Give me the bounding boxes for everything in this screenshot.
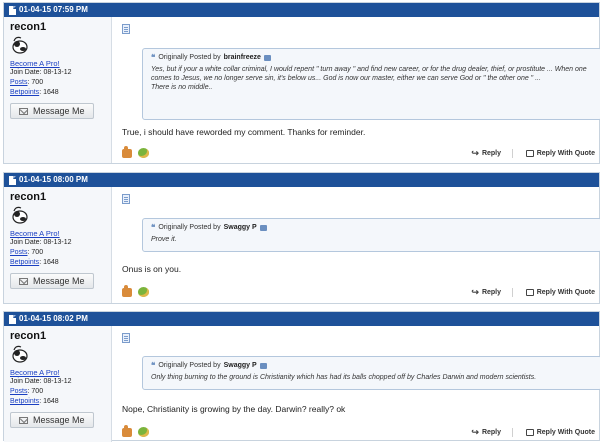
betpoints-link[interactable]: Betpoints: [10, 398, 39, 405]
post-content: ❝ Originally Posted by Swaggy P Prove it. …: [112, 187, 600, 303]
post-count: Posts: 700: [10, 388, 44, 395]
quote-icon: ❝: [151, 223, 156, 232]
post-count: Posts: 700: [10, 249, 44, 256]
username[interactable]: recon1: [10, 21, 105, 33]
thumbs-up-icon[interactable]: [122, 284, 132, 297]
post-date-icon: [9, 314, 16, 324]
post-actions: ↪ Reply Reply With Quote: [112, 424, 599, 440]
post-message: True, i should have reworded my comment.…: [122, 127, 366, 137]
username[interactable]: recon1: [10, 330, 105, 342]
quote-prefix: Originally Posted by: [158, 224, 221, 231]
post-header: 01-04-15 07:59 PM: [4, 3, 599, 17]
post: 01-04-15 07:59 PM recon1 Become A Pro! J…: [3, 2, 600, 164]
view-post-icon[interactable]: [263, 54, 271, 61]
reply-arrow-icon: ↪: [471, 286, 479, 297]
become-pro-link[interactable]: Become A Pro!: [10, 59, 105, 68]
join-date: Join Date: 08-13-12: [10, 69, 72, 76]
quote-author: Swaggy P: [223, 224, 257, 231]
message-me-button[interactable]: Message Me: [10, 273, 94, 289]
post-date-icon: [9, 5, 16, 15]
avatar-icon[interactable]: [10, 344, 30, 364]
quote-text: Yes, but if your a white collar criminal…: [151, 66, 587, 91]
quote-text: Only thing burning to the ground is Chri…: [151, 374, 537, 381]
post-header: 01-04-15 08:00 PM: [4, 173, 599, 187]
avatar-icon[interactable]: [10, 35, 30, 55]
post-icon: [122, 333, 130, 343]
posts-link[interactable]: Posts: [10, 79, 28, 86]
reply-with-quote-button[interactable]: Reply With Quote: [525, 428, 595, 436]
message-me-button[interactable]: Message Me: [10, 103, 94, 119]
envelope-icon: [19, 107, 28, 115]
reply-with-quote-button[interactable]: Reply With Quote: [525, 288, 595, 296]
post-actions: ↪ Reply Reply With Quote: [112, 284, 599, 300]
post-timestamp: 01-04-15 07:59 PM: [19, 5, 88, 14]
become-pro-link[interactable]: Become A Pro!: [10, 368, 105, 377]
view-post-icon[interactable]: [259, 362, 267, 369]
envelope-icon: [19, 416, 28, 424]
username[interactable]: recon1: [10, 191, 105, 203]
betpoints-link[interactable]: Betpoints: [10, 89, 39, 96]
post-date-icon: [9, 175, 16, 185]
join-date: Join Date: 08-13-12: [10, 239, 72, 246]
avatar-icon[interactable]: [10, 205, 30, 225]
reply-button[interactable]: ↪ Reply: [471, 148, 501, 159]
thumbs-up-icon[interactable]: [122, 145, 132, 158]
betpoints: Betpoints: 1648: [10, 398, 59, 405]
post-content: ❝ Originally Posted by brainfreeze Yes, bu…: [112, 17, 600, 163]
post-count: Posts: 700: [10, 79, 44, 86]
post-icon: [122, 194, 130, 204]
post-message: Nope, Christianity is growing by the day…: [122, 404, 346, 414]
become-pro-link[interactable]: Become A Pro!: [10, 229, 105, 238]
user-info: recon1 Become A Pro! Join Date: 08-13-12…: [4, 187, 112, 303]
reply-with-quote-icon: [525, 288, 534, 296]
user-info: recon1 Become A Pro! Join Date: 08-13-12…: [4, 326, 112, 442]
betpoints: Betpoints: 1648: [10, 259, 59, 266]
join-date: Join Date: 08-13-12: [10, 378, 72, 385]
post-header: 01-04-15 08:02 PM: [4, 312, 599, 326]
troll-icon[interactable]: [138, 287, 149, 297]
user-info: recon1 Become A Pro! Join Date: 08-13-12…: [4, 17, 112, 163]
quote-block: ❝ Originally Posted by Swaggy P Prove it.: [142, 218, 600, 252]
view-post-icon[interactable]: [259, 224, 267, 231]
divider: [512, 287, 513, 297]
post: 01-04-15 08:00 PM recon1 Become A Pro! J…: [3, 172, 600, 304]
message-me-button[interactable]: Message Me: [10, 412, 94, 428]
reply-arrow-icon: ↪: [471, 147, 479, 158]
reply-button[interactable]: ↪ Reply: [471, 287, 501, 298]
quote-block: ❝ Originally Posted by Swaggy P Only thing…: [142, 356, 600, 390]
betpoints-link[interactable]: Betpoints: [10, 259, 39, 266]
reply-button[interactable]: ↪ Reply: [471, 427, 501, 438]
post-message: Onus is on you.: [122, 264, 182, 274]
post-timestamp: 01-04-15 08:00 PM: [19, 175, 88, 184]
betpoints: Betpoints: 1648: [10, 89, 59, 96]
reply-with-quote-button[interactable]: Reply With Quote: [525, 149, 595, 157]
quote-author: Swaggy P: [223, 362, 257, 369]
post-icon: [122, 24, 130, 34]
reply-with-quote-icon: [525, 149, 534, 157]
post-timestamp: 01-04-15 08:02 PM: [19, 314, 88, 323]
envelope-icon: [19, 277, 28, 285]
troll-icon[interactable]: [138, 148, 149, 158]
divider: [512, 148, 513, 158]
post: 01-04-15 08:02 PM recon1 Become A Pro! J…: [3, 311, 600, 442]
quote-icon: ❝: [151, 53, 156, 62]
post-actions: ↪ Reply Reply With Quote: [112, 145, 599, 161]
post-content: ❝ Originally Posted by Swaggy P Only thing…: [112, 326, 600, 442]
posts-link[interactable]: Posts: [10, 388, 28, 395]
reply-arrow-icon: ↪: [471, 426, 479, 437]
quote-text: Prove it.: [151, 236, 177, 243]
quote-prefix: Originally Posted by: [158, 362, 221, 369]
reply-with-quote-icon: [525, 428, 534, 436]
quote-prefix: Originally Posted by: [158, 54, 221, 61]
posts-link[interactable]: Posts: [10, 249, 28, 256]
quote-block: ❝ Originally Posted by brainfreeze Yes, bu…: [142, 48, 600, 120]
quote-icon: ❝: [151, 361, 156, 370]
quote-author: brainfreeze: [223, 54, 261, 61]
